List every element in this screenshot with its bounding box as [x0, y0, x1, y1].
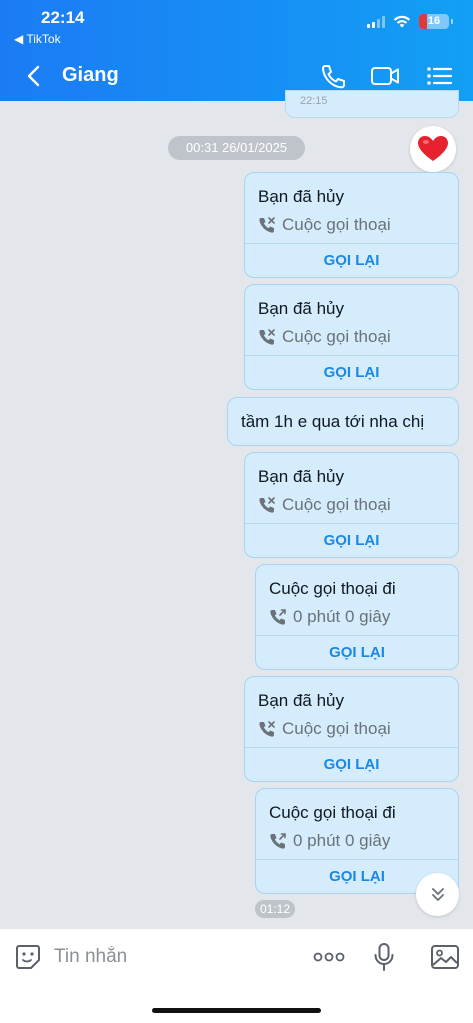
- call-back-button[interactable]: GỌI LẠI: [245, 749, 458, 781]
- call-subtitle-row: Cuộc gọi thoại: [258, 327, 391, 347]
- cellular-signal-icon: [367, 15, 385, 28]
- back-icon[interactable]: [24, 64, 46, 88]
- call-subtitle-row: Cuộc gọi thoại: [258, 495, 391, 515]
- message-input[interactable]: [54, 943, 274, 971]
- divider: [245, 355, 458, 356]
- call-title: Cuộc gọi thoại đi: [269, 579, 396, 598]
- status-time: 22:14: [41, 8, 85, 27]
- previous-message-time: 22:15: [300, 95, 328, 107]
- call-subtitle: Cuộc gọi thoại: [282, 215, 391, 234]
- call-card: Bạn đã hủy Cuộc gọi thoại GỌI LẠI: [244, 172, 459, 278]
- call-back-button[interactable]: GỌI LẠI: [245, 525, 458, 557]
- menu-icon[interactable]: [424, 62, 454, 90]
- call-back-button[interactable]: GỌI LẠI: [256, 637, 458, 669]
- contact-name[interactable]: Giang: [62, 64, 119, 87]
- call-subtitle-row: 0 phút 0 giây: [269, 607, 390, 627]
- call-card: Bạn đã hủy Cuộc gọi thoại GỌI LẠI: [244, 676, 459, 782]
- heart-reaction-button[interactable]: [410, 126, 456, 172]
- divider: [256, 635, 458, 636]
- call-subtitle: Cuộc gọi thoại: [282, 495, 391, 514]
- call-back-button[interactable]: GỌI LẠI: [245, 245, 458, 277]
- status-icons: 16: [367, 14, 453, 29]
- battery-icon: 16: [419, 14, 453, 29]
- call-title: Bạn đã hủy: [258, 299, 345, 318]
- divider: [245, 243, 458, 244]
- call-subtitle: Cuộc gọi thoại: [282, 719, 391, 738]
- call-subtitle: Cuộc gọi thoại: [282, 327, 391, 346]
- outgoing-call-icon: [270, 833, 286, 849]
- battery-level: 16: [427, 15, 441, 27]
- missed-call-icon: [259, 497, 275, 513]
- double-chevron-down-icon: [431, 887, 444, 901]
- call-card: Cuộc gọi thoại đi 0 phút 0 giây GỌI LẠI: [255, 564, 459, 670]
- call-card: Bạn đã hủy Cuộc gọi thoại GỌI LẠI: [244, 452, 459, 558]
- call-subtitle-row: 0 phút 0 giây: [269, 831, 390, 851]
- call-card: Bạn đã hủy Cuộc gọi thoại GỌI LẠI: [244, 284, 459, 390]
- text-message[interactable]: tầm 1h e qua tới nha chị: [227, 397, 459, 446]
- call-subtitle-row: Cuộc gọi thoại: [258, 215, 391, 235]
- sticker-icon[interactable]: [14, 943, 42, 971]
- call-subtitle-row: Cuộc gọi thoại: [258, 719, 391, 739]
- heart-icon: [418, 136, 448, 161]
- back-to-app-link[interactable]: ◀ TikTok: [14, 32, 61, 46]
- call-back-button[interactable]: GỌI LẠI: [245, 357, 458, 389]
- call-title: Bạn đã hủy: [258, 187, 345, 206]
- divider: [245, 523, 458, 524]
- missed-call-icon: [259, 721, 275, 737]
- image-icon[interactable]: [430, 943, 460, 971]
- previous-message-bubble: 22:15: [285, 90, 459, 118]
- divider: [256, 859, 458, 860]
- more-icon[interactable]: [313, 950, 345, 964]
- call-subtitle: 0 phút 0 giây: [293, 607, 391, 626]
- missed-call-icon: [259, 217, 275, 233]
- date-separator: 00:31 26/01/2025: [168, 136, 305, 160]
- message-input-bar: [0, 929, 473, 1023]
- call-title: Cuộc gọi thoại đi: [269, 803, 396, 822]
- message-time: 01:12: [255, 900, 295, 918]
- home-indicator: [152, 1008, 321, 1013]
- video-call-icon[interactable]: [370, 62, 400, 90]
- call-subtitle: 0 phút 0 giây: [293, 831, 391, 850]
- outgoing-call-icon: [270, 609, 286, 625]
- microphone-icon[interactable]: [372, 942, 396, 972]
- chat-header: 22:14 ◀ TikTok 16 Giang: [0, 0, 473, 101]
- call-title: Bạn đã hủy: [258, 467, 345, 486]
- phone-icon[interactable]: [318, 62, 348, 90]
- missed-call-icon: [259, 329, 275, 345]
- divider: [245, 747, 458, 748]
- wifi-icon: [393, 15, 411, 28]
- scroll-to-bottom-button[interactable]: [416, 873, 459, 916]
- call-title: Bạn đã hủy: [258, 691, 345, 710]
